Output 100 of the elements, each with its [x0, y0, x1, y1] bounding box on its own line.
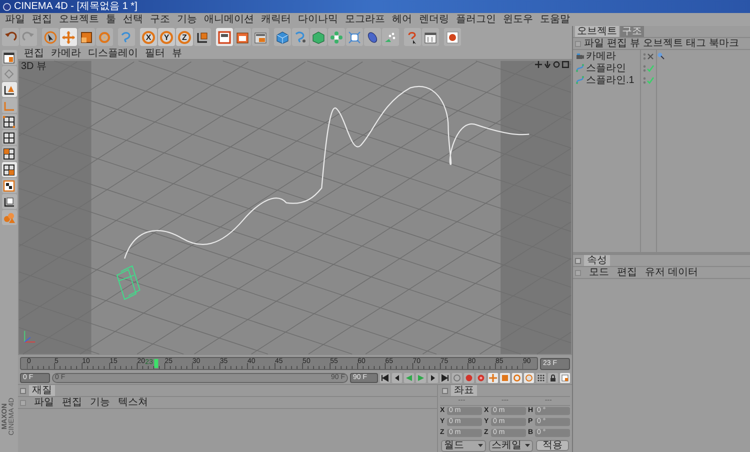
render-view-button[interactable]: [216, 28, 233, 46]
menu-item[interactable]: 윈도우: [503, 14, 533, 26]
menu-item[interactable]: 디스플레이: [88, 48, 138, 59]
dropdown[interactable]: 스케일: [488, 440, 534, 452]
render-picture-button[interactable]: [234, 28, 251, 46]
menu-item[interactable]: 편집: [607, 38, 627, 49]
menu-item[interactable]: 애니메이션: [204, 14, 254, 26]
render-settings-button[interactable]: [252, 28, 269, 46]
panel-tab[interactable]: 좌표: [451, 385, 477, 396]
selection-tool-button[interactable]: [42, 28, 59, 46]
point-level-button[interactable]: [536, 372, 546, 382]
playhead[interactable]: [154, 359, 158, 368]
menu-item[interactable]: 모그라프: [345, 14, 385, 26]
menu-item[interactable]: 오브젝트: [643, 38, 683, 49]
menu-item[interactable]: 파일: [5, 14, 25, 26]
menu-item[interactable]: 편집: [24, 48, 44, 59]
object-name[interactable]: 스플라인.1: [586, 74, 634, 86]
menu-toggle-icon[interactable]: [575, 40, 581, 46]
panel-toggle-icon[interactable]: [20, 388, 26, 394]
menu-item[interactable]: 텍스쳐: [118, 397, 148, 408]
points-mode-button[interactable]: [2, 114, 16, 129]
axis-lock-button[interactable]: Y: [158, 28, 175, 46]
check-icon[interactable]: [647, 76, 654, 84]
panel-toggle-icon[interactable]: [575, 258, 581, 264]
cross-icon[interactable]: [647, 52, 654, 60]
axis-lock-button[interactable]: X: [140, 28, 157, 46]
move-view-icon[interactable]: [535, 61, 542, 68]
menu-item[interactable]: 카메라: [51, 48, 81, 59]
apply-button[interactable]: 적용: [536, 440, 570, 452]
check-icon[interactable]: [647, 64, 654, 72]
menu-item[interactable]: 툴: [106, 14, 116, 26]
next-frame-button[interactable]: [428, 372, 438, 382]
menu-toggle-icon[interactable]: [20, 400, 26, 406]
coordinate-system-button[interactable]: [194, 28, 211, 46]
workplane-button[interactable]: [2, 194, 16, 209]
panel-tab[interactable]: 오브젝트: [575, 26, 619, 37]
dropdown[interactable]: 월드: [441, 440, 486, 452]
menu-item[interactable]: 태그: [686, 38, 706, 49]
layout-button[interactable]: [422, 28, 439, 46]
3d-viewport[interactable]: 3D 뷰: [18, 60, 572, 355]
lock-button[interactable]: [548, 372, 558, 382]
menu-item[interactable]: 플러그인: [456, 14, 496, 26]
scale-key-button[interactable]: [500, 372, 510, 382]
menu-item[interactable]: 렌더링: [419, 14, 449, 26]
previous-frame-button[interactable]: [392, 372, 402, 382]
recent-tools-button[interactable]: [118, 28, 135, 46]
record-button[interactable]: [464, 372, 474, 382]
menu-item[interactable]: 뷰: [630, 38, 640, 49]
panel-toggle-icon[interactable]: [442, 388, 448, 394]
menu-item[interactable]: 도움말: [540, 14, 570, 26]
menu-item[interactable]: 다이나믹: [298, 14, 338, 26]
panel-tab[interactable]: 속성: [584, 255, 610, 266]
menu-item[interactable]: 파일: [584, 38, 604, 49]
cube-button[interactable]: [274, 28, 291, 46]
axis-lock-button[interactable]: Z: [176, 28, 193, 46]
texture-axis-button[interactable]: [2, 178, 16, 193]
menu-item[interactable]: 뷰: [172, 48, 182, 59]
menu-item[interactable]: 모드: [589, 267, 609, 278]
menu-item[interactable]: 편집: [617, 267, 637, 278]
object-name[interactable]: 스플라인: [586, 62, 626, 74]
menu-item[interactable]: 파일: [34, 397, 54, 408]
rotate-view-icon[interactable]: [553, 61, 560, 68]
position-key-button[interactable]: [488, 372, 498, 382]
go-to-end-button[interactable]: [440, 372, 450, 382]
menu-item[interactable]: 구조: [150, 14, 170, 26]
menu-toggle-icon[interactable]: [575, 270, 581, 276]
menu-item[interactable]: 필터: [145, 48, 165, 59]
menu-item[interactable]: 유저 데이터: [645, 267, 698, 278]
rotation-key-button[interactable]: [512, 372, 522, 382]
edges-mode-button[interactable]: [2, 130, 16, 145]
menu-item[interactable]: 캐릭터: [261, 14, 291, 26]
menu-item[interactable]: 기능: [90, 397, 110, 408]
spline-pen-button[interactable]: [292, 28, 309, 46]
polygons-mode-button[interactable]: [2, 146, 16, 161]
camera-object-drawing[interactable]: [116, 265, 140, 300]
generator-button[interactable]: [310, 28, 327, 46]
environment-button[interactable]: [364, 28, 381, 46]
render-region-button[interactable]: [444, 28, 461, 46]
object-name[interactable]: 카메라: [586, 50, 616, 62]
scale-tool-button[interactable]: [78, 28, 95, 46]
menu-item[interactable]: 편집: [62, 397, 82, 408]
go-to-start-button[interactable]: [380, 372, 390, 382]
menu-item[interactable]: 편집: [32, 14, 52, 26]
menu-item[interactable]: 오브젝트: [59, 14, 99, 26]
model-mode-button[interactable]: [2, 82, 16, 97]
view-layout-button[interactable]: [2, 50, 16, 65]
menu-item[interactable]: 기능: [177, 14, 197, 26]
menu-item[interactable]: 선택: [123, 14, 143, 26]
deformer-button[interactable]: [346, 28, 363, 46]
array-button[interactable]: [328, 28, 345, 46]
menu-item[interactable]: 북마크: [709, 38, 739, 49]
menu-item[interactable]: 헤어: [392, 14, 412, 26]
scheme-button[interactable]: [560, 372, 570, 382]
maximize-view-icon[interactable]: [562, 61, 569, 68]
particles-button[interactable]: [382, 28, 399, 46]
panel-tab[interactable]: 재질: [29, 385, 55, 396]
undo-button[interactable]: [2, 28, 19, 46]
zoom-view-icon[interactable]: [544, 61, 551, 68]
parameter-key-button[interactable]: [524, 372, 534, 382]
autokey-button[interactable]: [476, 372, 486, 382]
